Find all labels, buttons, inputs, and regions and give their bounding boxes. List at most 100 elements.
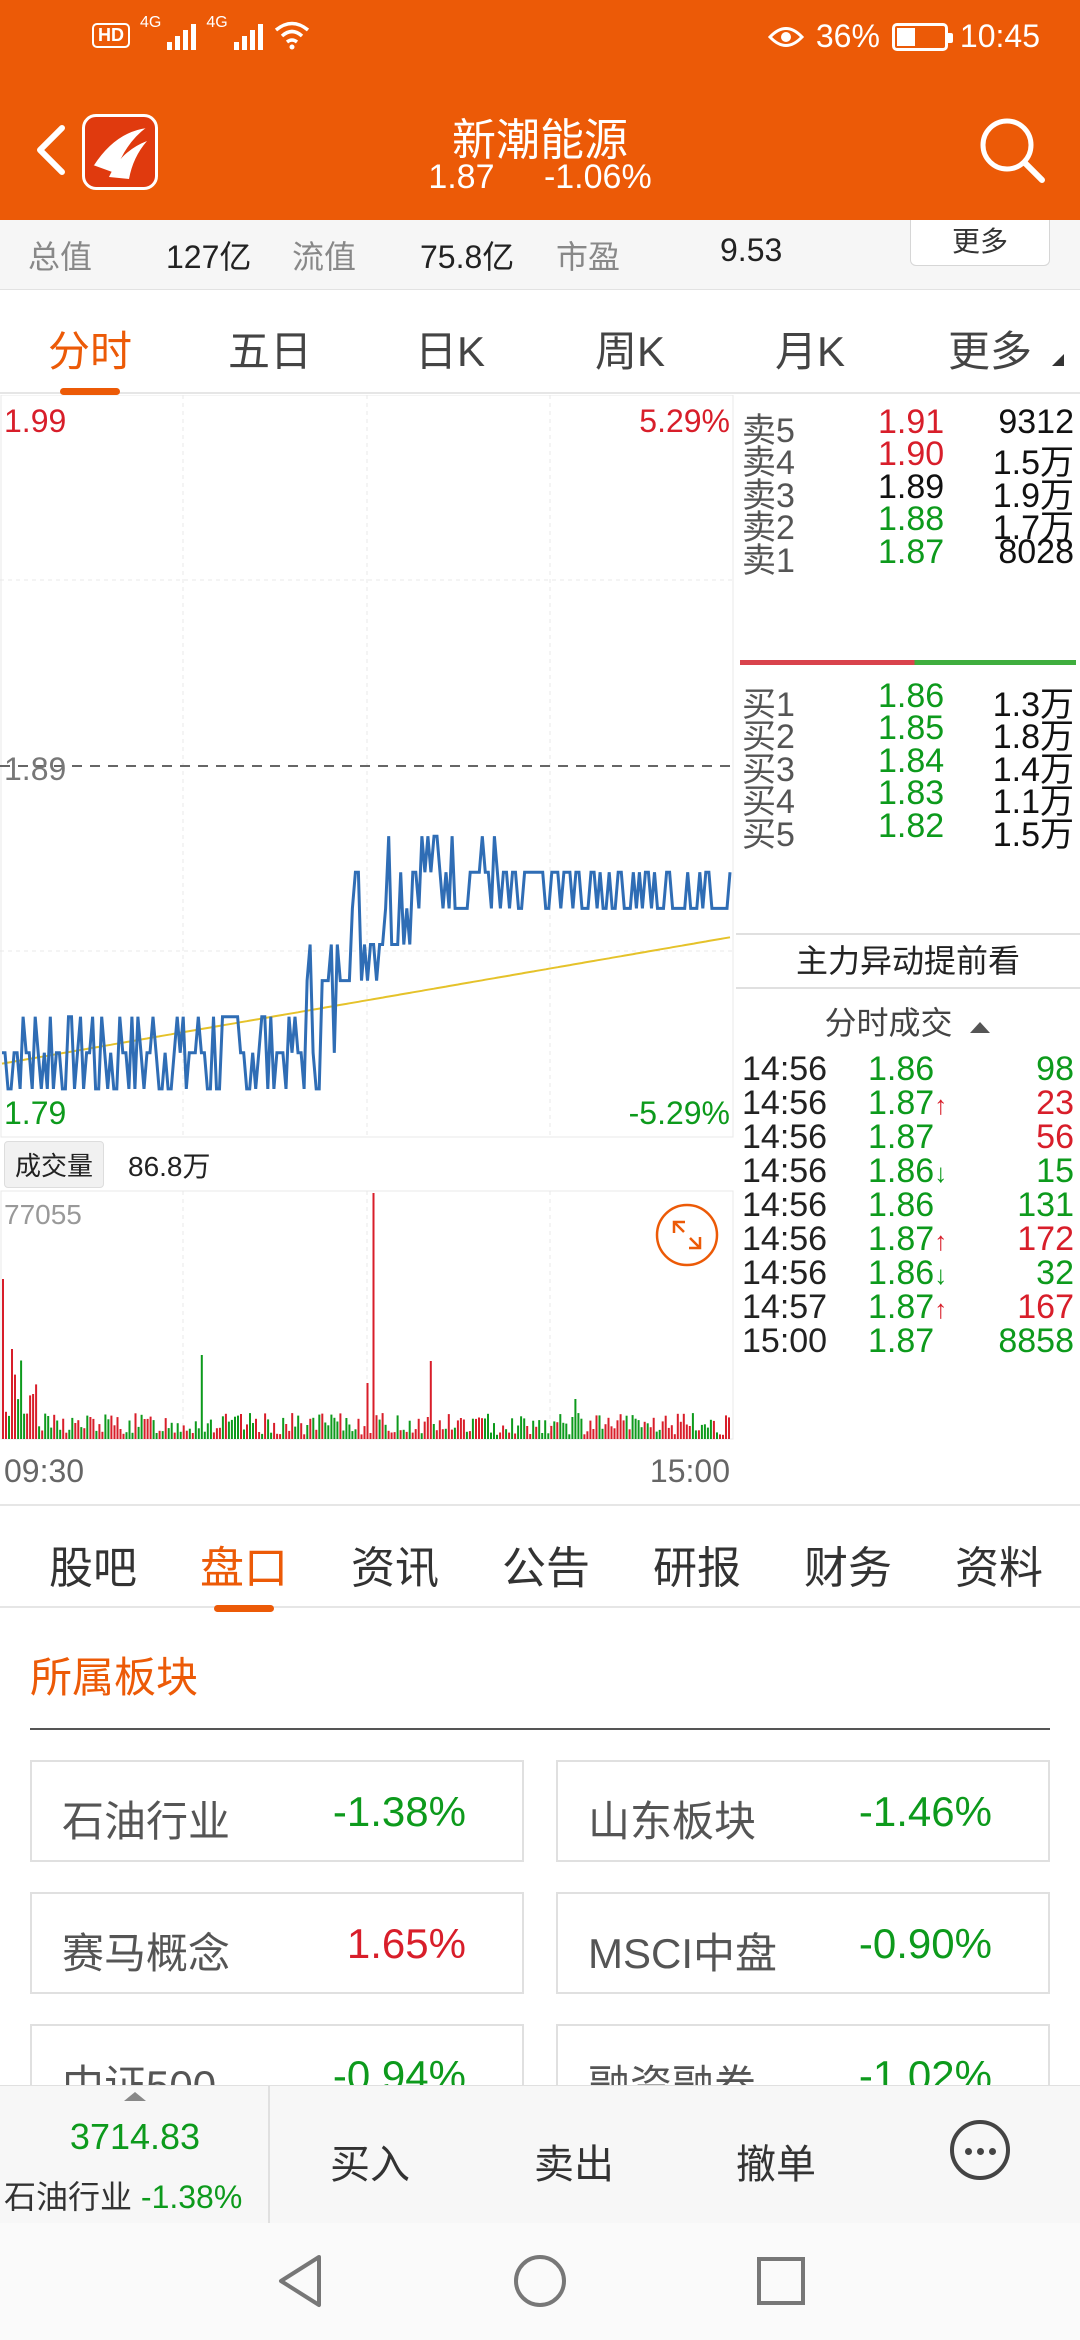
search-icon[interactable]: [974, 112, 1050, 188]
main-force-button[interactable]: 主力异动提前看: [736, 933, 1080, 989]
stock-change: -1.06%: [543, 158, 652, 196]
volume-bar: [426, 1417, 429, 1439]
volume-bar: [282, 1417, 285, 1439]
volume-bar: [435, 1430, 438, 1439]
volume-bar: [508, 1432, 511, 1439]
tab-profile[interactable]: 资料: [934, 1532, 1064, 1596]
float-value: 75.8亿: [420, 239, 515, 275]
volume-bar: [378, 1419, 381, 1439]
volume-bar: [330, 1414, 333, 1439]
volume-bar: [700, 1424, 703, 1439]
volume-bar: [634, 1418, 637, 1439]
tab-financials[interactable]: 财务: [783, 1532, 913, 1596]
volume-bar: [399, 1430, 402, 1439]
battery-percent: 36%: [815, 18, 880, 54]
volume-bar: [230, 1419, 233, 1439]
cancel-order-button[interactable]: 撤单: [706, 2132, 846, 2190]
nav-back-icon[interactable]: [275, 2253, 325, 2309]
volume-bar: [194, 1421, 197, 1439]
volume-bar: [478, 1417, 480, 1439]
volume-bar: [176, 1423, 179, 1439]
volume-bar: [360, 1434, 363, 1439]
tick-volume: 8858: [998, 1322, 1074, 1360]
volume-bar: [697, 1430, 700, 1439]
sector-card[interactable]: MSCI中盘 -0.90%: [556, 1892, 1050, 1994]
tab-news[interactable]: 资讯: [330, 1532, 460, 1596]
volume-bar: [475, 1418, 477, 1439]
sector-index-value: 3714.83: [69, 2116, 201, 2157]
volume-bar: [50, 1427, 53, 1439]
tab-intraday[interactable]: 分时: [10, 318, 170, 395]
volume-bar: [182, 1425, 185, 1439]
volume-bar: [258, 1432, 261, 1439]
sell-button[interactable]: 卖出: [504, 2132, 644, 2190]
volume-bar: [490, 1432, 492, 1439]
bid-level-volume: 1.5万: [992, 815, 1074, 854]
tab-more-periods[interactable]: 更多: [910, 318, 1070, 379]
tab-monthly-k[interactable]: 月K: [730, 318, 890, 379]
tick-trades-title[interactable]: 分时成交: [736, 998, 1080, 1044]
tab-forum[interactable]: 股吧: [28, 1532, 158, 1596]
ask-level-row[interactable]: 卖1 1.87 8028: [742, 533, 1074, 581]
volume-bar: [438, 1420, 441, 1439]
chart-low-price: 1.79: [4, 1095, 67, 1131]
tab-five-day[interactable]: 五日: [190, 318, 350, 379]
hd-icon: HD: [92, 22, 130, 48]
volume-bar: [622, 1420, 625, 1439]
volume-bar: [255, 1418, 257, 1439]
volume-bar: [562, 1422, 565, 1439]
bid-level-row[interactable]: 买5 1.82 1.5万: [742, 807, 1074, 855]
volume-bar: [267, 1419, 270, 1439]
tab-handicap[interactable]: 盘口: [179, 1532, 309, 1612]
volume-bar: [643, 1421, 646, 1439]
volume-bar: [276, 1433, 279, 1439]
volume-bar: [372, 1193, 375, 1439]
tab-research[interactable]: 研报: [632, 1532, 762, 1596]
collapse-arrow-icon: [970, 1022, 991, 1033]
volume-bar: [29, 1395, 32, 1439]
sector-change: 1.65%: [346, 1920, 466, 1967]
volume-bar: [56, 1420, 59, 1439]
nav-recents-icon[interactable]: [755, 2255, 807, 2307]
volume-bar: [315, 1429, 318, 1439]
volume-bar: [517, 1425, 520, 1439]
chart-high-price: 1.99: [4, 403, 67, 439]
volume-bar: [571, 1417, 574, 1439]
volume-bar: [128, 1420, 131, 1439]
ask-level-price: 1.87: [878, 532, 945, 571]
volume-bar: [676, 1413, 679, 1439]
volume-bar: [53, 1414, 56, 1439]
chart-high-pct: 5.29%: [639, 403, 730, 439]
volume-bar: [565, 1423, 568, 1439]
section-title: 所属板块: [30, 1654, 199, 1701]
summary-more-button[interactable]: 更多: [910, 220, 1050, 266]
volume-bar: [411, 1432, 414, 1439]
tab-weekly-k[interactable]: 周K: [550, 318, 710, 379]
sector-index-box[interactable]: 3714.83 石油行业 -1.38%: [0, 2086, 270, 2224]
volume-bar: [568, 1434, 571, 1439]
tick-trades-label: 分时成交: [824, 1005, 953, 1041]
intraday-chart[interactable]: 1.99 5.29% 1.89 1.79 -5.29% 成交量 86.8万 77…: [0, 395, 734, 1503]
buy-button[interactable]: 买入: [300, 2132, 440, 2190]
more-options-icon[interactable]: [950, 2120, 1010, 2180]
volume-bar: [83, 1428, 86, 1439]
volume-bar: [95, 1430, 98, 1439]
tick-up-arrow-icon: ↑: [934, 1226, 948, 1256]
volume-value: 86.8万: [128, 1151, 211, 1182]
volume-tag[interactable]: 成交量: [4, 1141, 105, 1188]
volume-bar: [688, 1426, 691, 1439]
network-type-label-2: 4G: [206, 14, 228, 31]
nav-home-icon[interactable]: [512, 2253, 568, 2309]
volume-bar: [74, 1423, 77, 1439]
volume-bar: [625, 1415, 628, 1439]
sector-card[interactable]: 赛马概念 1.65%: [30, 1892, 524, 1994]
tab-announcements[interactable]: 公告: [481, 1532, 611, 1596]
volume-bar: [532, 1420, 535, 1439]
volume-bar: [423, 1421, 426, 1439]
volume-bar: [333, 1417, 336, 1439]
tab-daily-k[interactable]: 日K: [370, 318, 530, 379]
volume-bar: [369, 1433, 372, 1439]
sector-card[interactable]: 山东板块 -1.46%: [556, 1760, 1050, 1862]
sector-card[interactable]: 石油行业 -1.38%: [30, 1760, 524, 1862]
volume-bar: [68, 1429, 71, 1439]
